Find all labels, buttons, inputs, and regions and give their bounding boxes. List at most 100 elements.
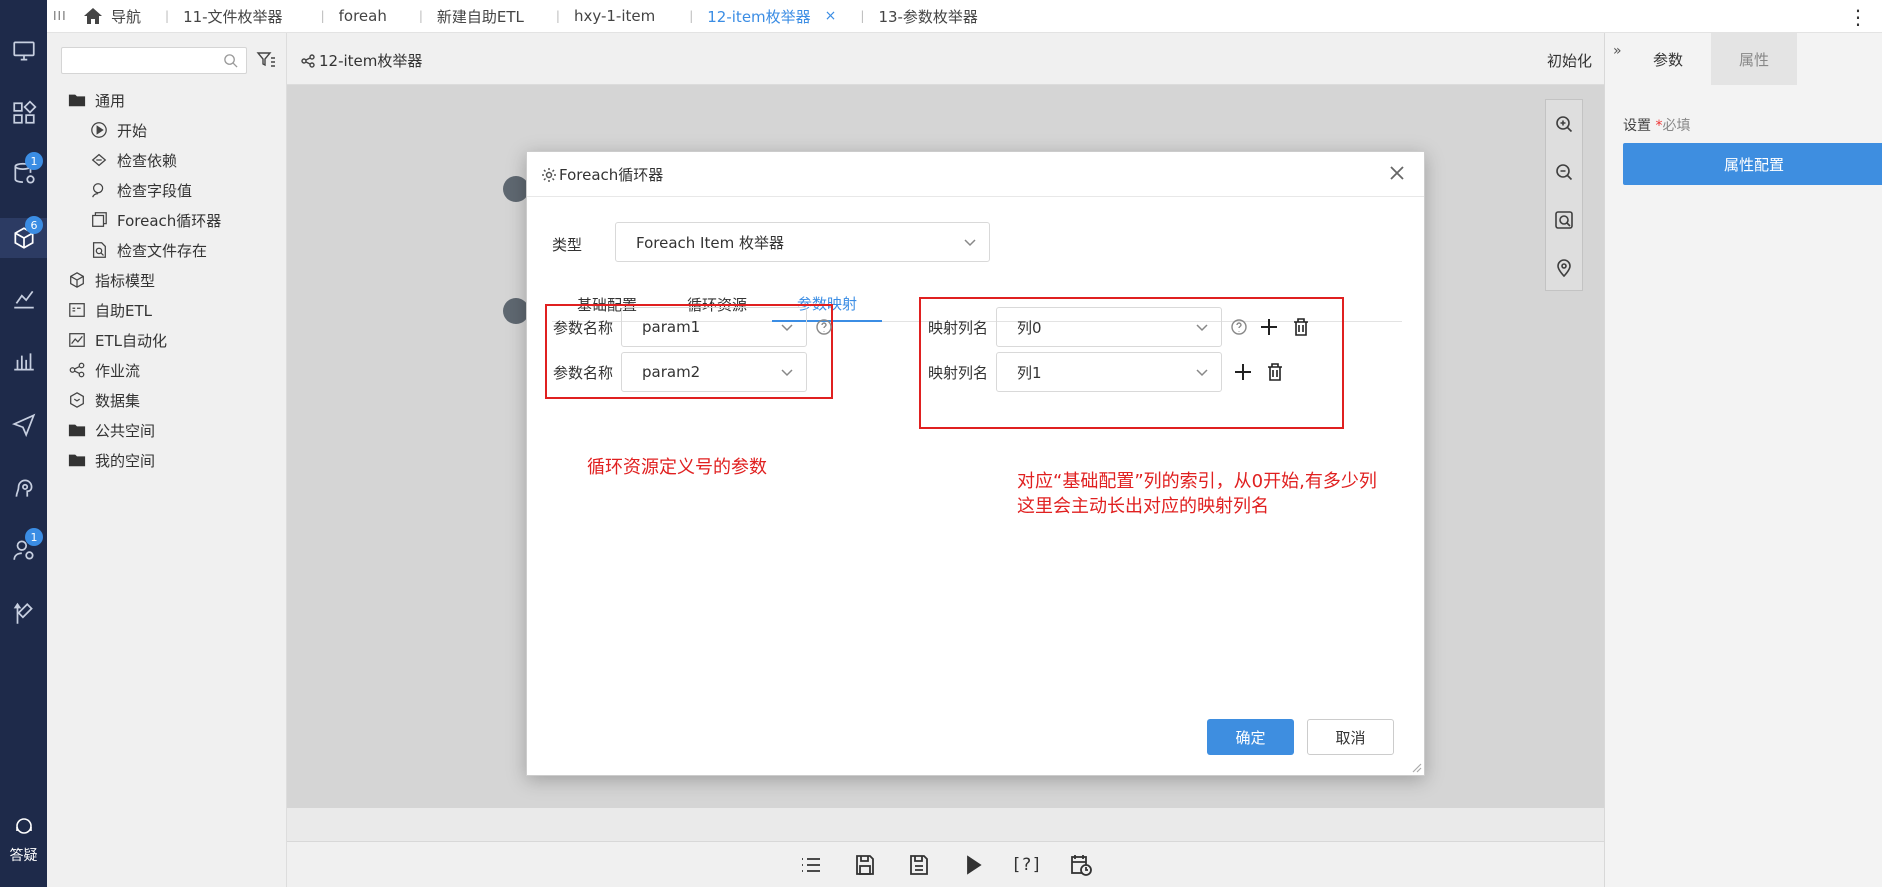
add-icon[interactable] — [1232, 361, 1254, 383]
cube-icon — [67, 270, 87, 290]
tab-foreah[interactable]: | foreah — [309, 0, 399, 33]
help-button[interactable]: 答疑 — [0, 815, 47, 865]
ok-button[interactable]: 确定 — [1207, 719, 1294, 755]
mapping-row: 映射列名 列1 — [920, 352, 1286, 392]
database-gear-icon[interactable]: 1 — [0, 152, 47, 194]
tab-hxy-item[interactable]: | hxy-1-item — [544, 0, 667, 33]
brain-gear-icon[interactable] — [0, 468, 47, 508]
tab-file-enumerator[interactable]: | 11-文件枚举器 — [153, 0, 295, 33]
tree-item-etl-automation[interactable]: ETL自动化 — [47, 325, 287, 355]
tab-new-etl[interactable]: | 新建自助ETL — [407, 0, 536, 33]
tab-label: 11-文件枚举器 — [183, 7, 283, 26]
tab-attributes[interactable]: 属性 — [1711, 33, 1797, 85]
delete-icon[interactable] — [1264, 361, 1286, 383]
dialog-header: Foreach循环器 — [527, 152, 1424, 197]
tree-item-common[interactable]: 通用 — [47, 85, 287, 115]
tree-list: 通用 开始 检查依赖 检查字段值 Foreach循环器 检查文件存在 指标模型 — [47, 85, 287, 475]
initialize-button[interactable]: 初始化 — [1547, 50, 1592, 71]
tab-param-enumerator[interactable]: | 13-参数枚举器 — [848, 0, 990, 33]
tools-icon[interactable] — [0, 594, 47, 634]
workflow-icon — [301, 53, 315, 68]
close-icon[interactable] — [1388, 164, 1408, 184]
tree-item-foreach[interactable]: Foreach循环器 — [47, 205, 287, 235]
tree-item-check-dependency[interactable]: 检查依赖 — [47, 145, 287, 175]
search-icon[interactable] — [223, 53, 238, 68]
tab-label: 12-item枚举器 — [707, 7, 811, 26]
save-as-icon[interactable] — [902, 848, 936, 882]
run-icon[interactable] — [956, 848, 990, 882]
tab-label: foreah — [338, 7, 387, 25]
user-gear-icon[interactable]: 1 — [0, 528, 47, 570]
tree-item-check-field[interactable]: 检查字段值 — [47, 175, 287, 205]
tab-item-enumerator[interactable]: | 12-item枚举器 × — [677, 0, 848, 33]
tree-item-self-etl[interactable]: 自助ETL — [47, 295, 287, 325]
more-menu-icon[interactable]: ⋮ — [1848, 5, 1868, 29]
param-row: 参数名称 param2 — [545, 352, 807, 392]
tree-search — [61, 47, 247, 74]
monitor-icon[interactable] — [0, 31, 47, 71]
search-input[interactable] — [62, 48, 222, 73]
support-icon — [15, 818, 32, 834]
mapping-label: 映射列名 — [927, 363, 988, 382]
etl-icon — [67, 300, 87, 320]
chart-line-icon[interactable] — [0, 279, 47, 319]
tab-home[interactable]: 导航 — [71, 0, 153, 33]
param-select[interactable]: param1 — [621, 307, 807, 347]
tree-item-check-file[interactable]: 检查文件存在 — [47, 235, 287, 265]
tree-item-label: 作业流 — [95, 361, 141, 380]
annotation-note-mapping: 对应“基础配置”列的索引，从0开始,有多少列 这里会主动长出对应的映射列名 — [1017, 471, 1377, 517]
foreach-dialog: Foreach循环器 类型 Foreach Item 枚举器 基础配置 循环资源… — [526, 151, 1425, 776]
type-select[interactable]: Foreach Item 枚举器 — [615, 222, 990, 262]
close-icon[interactable]: × — [825, 8, 837, 24]
folder-icon — [67, 90, 87, 110]
tree-item-label: 自助ETL — [95, 301, 152, 320]
resize-grip-icon[interactable] — [1410, 761, 1422, 773]
tab-label: 13-参数枚举器 — [878, 7, 978, 26]
tabbar-grip[interactable]: III — [53, 9, 71, 23]
tree-item-workflow[interactable]: 作业流 — [47, 355, 287, 385]
help-bracket-icon[interactable]: [?] — [1010, 848, 1044, 882]
folder-icon — [67, 420, 87, 440]
param-select[interactable]: param2 — [621, 352, 807, 392]
settings-label: 设置 *必填 — [1623, 118, 1691, 134]
help-circle-icon[interactable] — [1230, 318, 1248, 336]
tree-item-start[interactable]: 开始 — [47, 115, 287, 145]
tree-item-dataset[interactable]: 数据集 — [47, 385, 287, 415]
etl-auto-icon — [67, 330, 87, 350]
delete-icon[interactable] — [1290, 316, 1312, 338]
tab-params[interactable]: 参数 — [1625, 33, 1711, 85]
list-icon[interactable] — [794, 848, 828, 882]
add-icon[interactable] — [1258, 316, 1280, 338]
widgets-icon[interactable] — [0, 93, 47, 133]
tree-item-label: 指标模型 — [95, 271, 156, 290]
help-circle-icon[interactable] — [815, 318, 833, 336]
resource-tree-panel: 通用 开始 检查依赖 检查字段值 Foreach循环器 检查文件存在 指标模型 — [47, 33, 287, 887]
notification-badge: 1 — [25, 528, 43, 546]
cube-icon[interactable]: 6 — [0, 216, 47, 258]
filter-icon[interactable] — [256, 50, 276, 70]
tab-label: 导航 — [111, 7, 142, 26]
tree-item-label: 数据集 — [95, 391, 141, 410]
chevron-down-icon — [963, 235, 977, 249]
tab-label: 新建自助ETL — [436, 7, 524, 26]
tree-item-label: 通用 — [95, 91, 126, 110]
chart-bars-icon[interactable] — [0, 341, 47, 381]
send-icon[interactable] — [0, 404, 47, 444]
mapping-select[interactable]: 列0 — [996, 307, 1222, 347]
chevron-down-icon — [780, 365, 794, 379]
cancel-button[interactable]: 取消 — [1307, 719, 1394, 755]
tree-item-label: Foreach循环器 — [117, 211, 222, 230]
tree-item-metric-model[interactable]: 指标模型 — [47, 265, 287, 295]
chevron-down-icon — [1195, 320, 1209, 334]
save-icon[interactable] — [848, 848, 882, 882]
property-config-button[interactable]: 属性配置 — [1623, 143, 1882, 185]
icon-rail: 1 6 1 答疑 — [0, 0, 47, 887]
schedule-icon[interactable] — [1064, 848, 1098, 882]
tree-item-public-space[interactable]: 公共空间 — [47, 415, 287, 445]
tree-item-my-space[interactable]: 我的空间 — [47, 445, 287, 475]
mapping-select[interactable]: 列1 — [996, 352, 1222, 392]
tree-item-label: 公共空间 — [95, 421, 156, 440]
tab-label: hxy-1-item — [573, 7, 656, 25]
field-check-icon — [89, 180, 109, 200]
help-label: 答疑 — [9, 848, 38, 864]
